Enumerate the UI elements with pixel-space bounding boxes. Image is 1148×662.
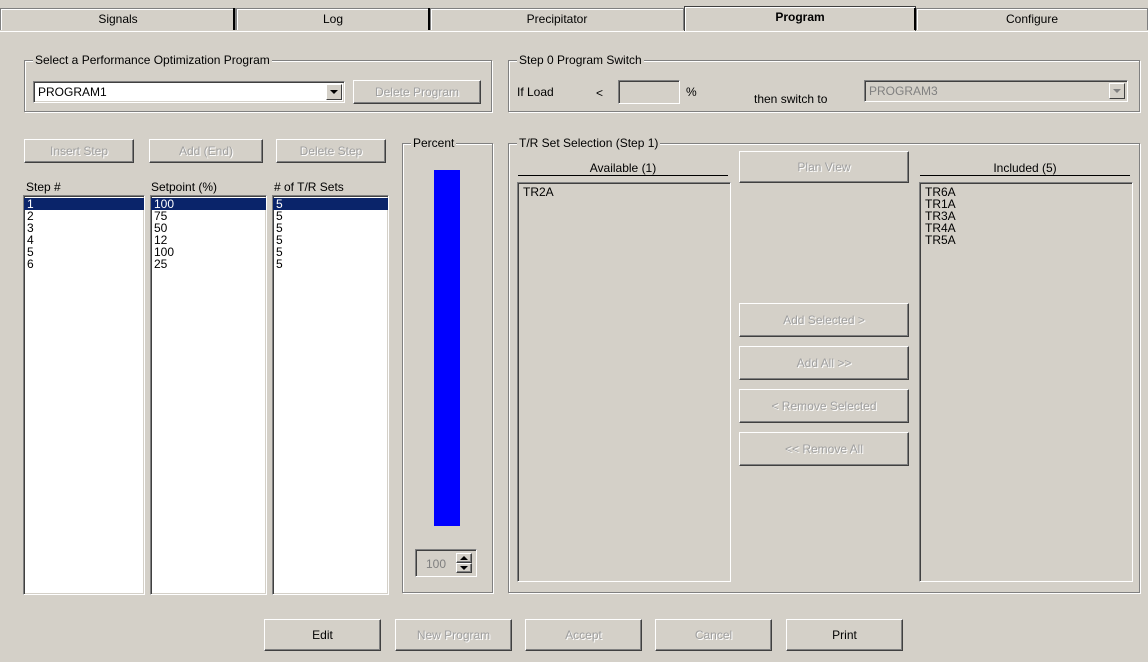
tab-configure[interactable]: Configure (916, 8, 1148, 30)
list-item[interactable]: 5 (273, 210, 388, 222)
arrow-down-icon (460, 566, 468, 570)
program-combo[interactable]: PROGRAM1 (33, 81, 345, 103)
add-selected-button[interactable]: Add Selected > (739, 303, 909, 337)
chevron-down-icon (1113, 89, 1121, 93)
col-header-setpoint: Setpoint (%) (151, 180, 218, 194)
load-percent-input[interactable] (618, 80, 680, 104)
list-item[interactable]: 25 (151, 258, 266, 270)
setpoint-list[interactable]: 100 75 50 12 100 25 (150, 195, 267, 595)
tab-program[interactable]: Program (684, 6, 916, 32)
percent-spinner[interactable]: 100 (415, 549, 477, 577)
list-item[interactable]: 5 (273, 246, 388, 258)
trsets-list[interactable]: 555555 (272, 195, 389, 595)
then-switch-label: then switch to (754, 92, 828, 106)
list-item[interactable]: 5 (24, 246, 144, 258)
trset-legend: T/R Set Selection (Step 1) (517, 136, 661, 150)
delete-step-button[interactable]: Delete Step (276, 139, 386, 163)
col-header-step: Step # (26, 180, 61, 194)
step-number-list[interactable]: 123456 (23, 195, 145, 595)
included-header: Included (5) (920, 160, 1130, 176)
percent-legend: Percent (411, 136, 457, 150)
switch-program-combo[interactable]: PROGRAM3 (864, 80, 1128, 102)
percent-bar-fill (434, 170, 460, 526)
available-list[interactable]: TR2A (517, 182, 731, 582)
spinner-down-button[interactable] (456, 563, 472, 573)
tab-separator (233, 8, 235, 30)
list-item[interactable]: 75 (151, 210, 266, 222)
list-item[interactable]: 3 (24, 222, 144, 234)
switch-program-dropdown[interactable] (1109, 83, 1125, 99)
program-combo-value: PROGRAM1 (38, 85, 107, 99)
list-item[interactable]: TR6A (925, 186, 1132, 198)
tab-separator (428, 8, 430, 30)
list-item[interactable]: TR5A (925, 234, 1132, 246)
cancel-button[interactable]: Cancel (655, 619, 772, 651)
accept-button[interactable]: Accept (525, 619, 642, 651)
add-all-button[interactable]: Add All >> (739, 346, 909, 380)
list-item[interactable]: 5 (273, 258, 388, 270)
chevron-down-icon (330, 90, 338, 94)
tab-separator (914, 8, 916, 30)
tab-log[interactable]: Log (236, 8, 430, 30)
tab-page-edge (0, 31, 1148, 32)
list-item[interactable]: 5 (273, 234, 388, 246)
tab-signals[interactable]: Signals (0, 8, 236, 30)
included-list[interactable]: TR6A TR1A TR3A TR4A TR5A (919, 182, 1133, 582)
tab-bar: Signals Log Precipitator Program Configu… (0, 0, 1148, 32)
list-item[interactable]: 1 (24, 198, 144, 210)
percent-sign-label: % (686, 85, 697, 99)
list-item[interactable]: 5 (273, 198, 388, 210)
program-select-legend: Select a Performance Optimization Progra… (33, 53, 272, 67)
list-item[interactable]: TR2A (523, 186, 730, 198)
remove-selected-button[interactable]: < Remove Selected (739, 389, 909, 423)
switch-program-value: PROGRAM3 (869, 84, 938, 98)
plan-view-button[interactable]: Plan View (739, 151, 909, 183)
insert-step-button[interactable]: Insert Step (24, 139, 134, 163)
list-item[interactable]: 2 (24, 210, 144, 222)
percent-bar-track (434, 170, 460, 526)
remove-all-button[interactable]: << Remove All (739, 432, 909, 466)
edit-button[interactable]: Edit (264, 619, 381, 651)
list-item[interactable]: TR1A (925, 198, 1132, 210)
arrow-up-icon (460, 556, 468, 560)
col-header-trsets: # of T/R Sets (274, 180, 344, 194)
spinner-up-button[interactable] (456, 553, 472, 563)
step0-legend: Step 0 Program Switch (517, 53, 644, 67)
print-button[interactable]: Print (786, 619, 903, 651)
less-than-label: < (596, 86, 604, 100)
list-item[interactable]: 6 (24, 258, 144, 270)
list-item[interactable]: TR3A (925, 210, 1132, 222)
add-end-button[interactable]: Add (End) (149, 139, 263, 163)
delete-program-button[interactable]: Delete Program (353, 80, 481, 104)
list-item[interactable]: 100 (151, 198, 266, 210)
if-load-label: If Load (517, 85, 554, 99)
list-item[interactable]: 5 (273, 222, 388, 234)
tab-precipitator[interactable]: Precipitator (430, 8, 684, 30)
list-item[interactable]: 50 (151, 222, 266, 234)
list-item[interactable]: 100 (151, 246, 266, 258)
new-program-button[interactable]: New Program (395, 619, 512, 651)
list-item[interactable]: 4 (24, 234, 144, 246)
list-item[interactable]: TR4A (925, 222, 1132, 234)
available-header: Available (1) (518, 160, 728, 176)
program-combo-dropdown[interactable] (326, 84, 342, 100)
percent-spinner-value: 100 (426, 557, 447, 571)
